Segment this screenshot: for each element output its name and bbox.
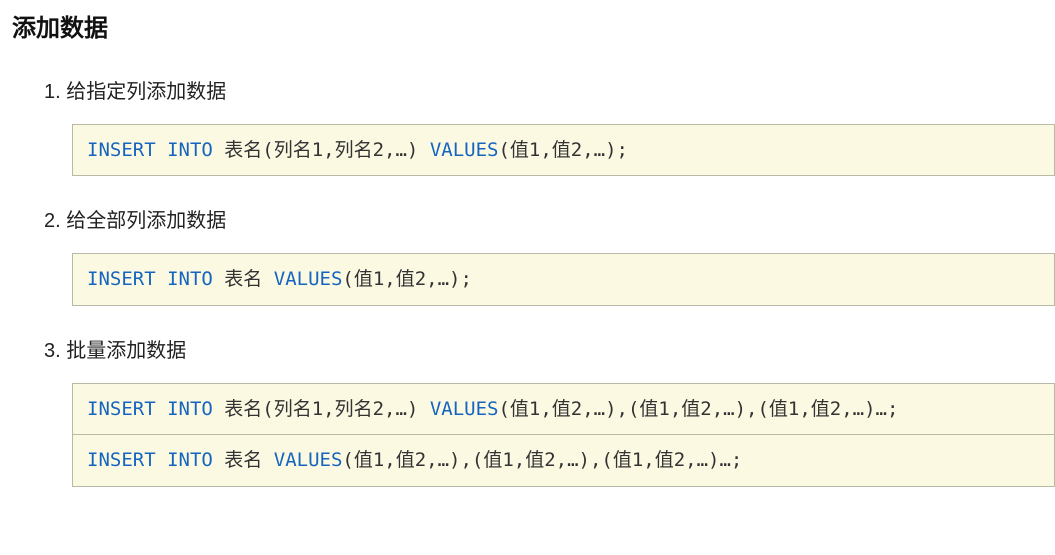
code-block: INSERT INTO 表名 VALUES(值1,值2,…),(值1,值2,…)… [72, 434, 1055, 486]
section-label: 1. 给指定列添加数据 [44, 75, 1055, 104]
keyword: INTO [167, 139, 213, 161]
keyword: VALUES [430, 398, 499, 420]
keyword: VALUES [430, 139, 499, 161]
keyword: INTO [167, 449, 213, 471]
keyword: INSERT [87, 398, 156, 420]
keyword: INSERT [87, 449, 156, 471]
keyword: INSERT [87, 268, 156, 290]
section-item: 2. 给全部列添加数据 INSERT INTO 表名 VALUES(值1,值2,…… [44, 204, 1055, 305]
code-stack: INSERT INTO 表名(列名1,列名2,…) VALUES(值1,值2,…… [72, 383, 1055, 487]
keyword: INTO [167, 268, 213, 290]
sections-list: 1. 给指定列添加数据 INSERT INTO 表名(列名1,列名2,…) VAL… [0, 75, 1055, 487]
keyword: INTO [167, 398, 213, 420]
code-block: INSERT INTO 表名(列名1,列名2,…) VALUES(值1,值2,…… [72, 124, 1055, 176]
section-label: 3. 批量添加数据 [44, 334, 1055, 363]
code-block: INSERT INTO 表名(列名1,列名2,…) VALUES(值1,值2,…… [72, 383, 1055, 435]
keyword: VALUES [274, 449, 343, 471]
section-item: 3. 批量添加数据 INSERT INTO 表名(列名1,列名2,…) VALUE… [44, 334, 1055, 487]
section-label: 2. 给全部列添加数据 [44, 204, 1055, 233]
code-block: INSERT INTO 表名 VALUES(值1,值2,…); [72, 253, 1055, 305]
keyword: INSERT [87, 139, 156, 161]
keyword: VALUES [274, 268, 343, 290]
page-title: 添加数据 [0, 0, 1055, 53]
section-item: 1. 给指定列添加数据 INSERT INTO 表名(列名1,列名2,…) VAL… [44, 75, 1055, 176]
